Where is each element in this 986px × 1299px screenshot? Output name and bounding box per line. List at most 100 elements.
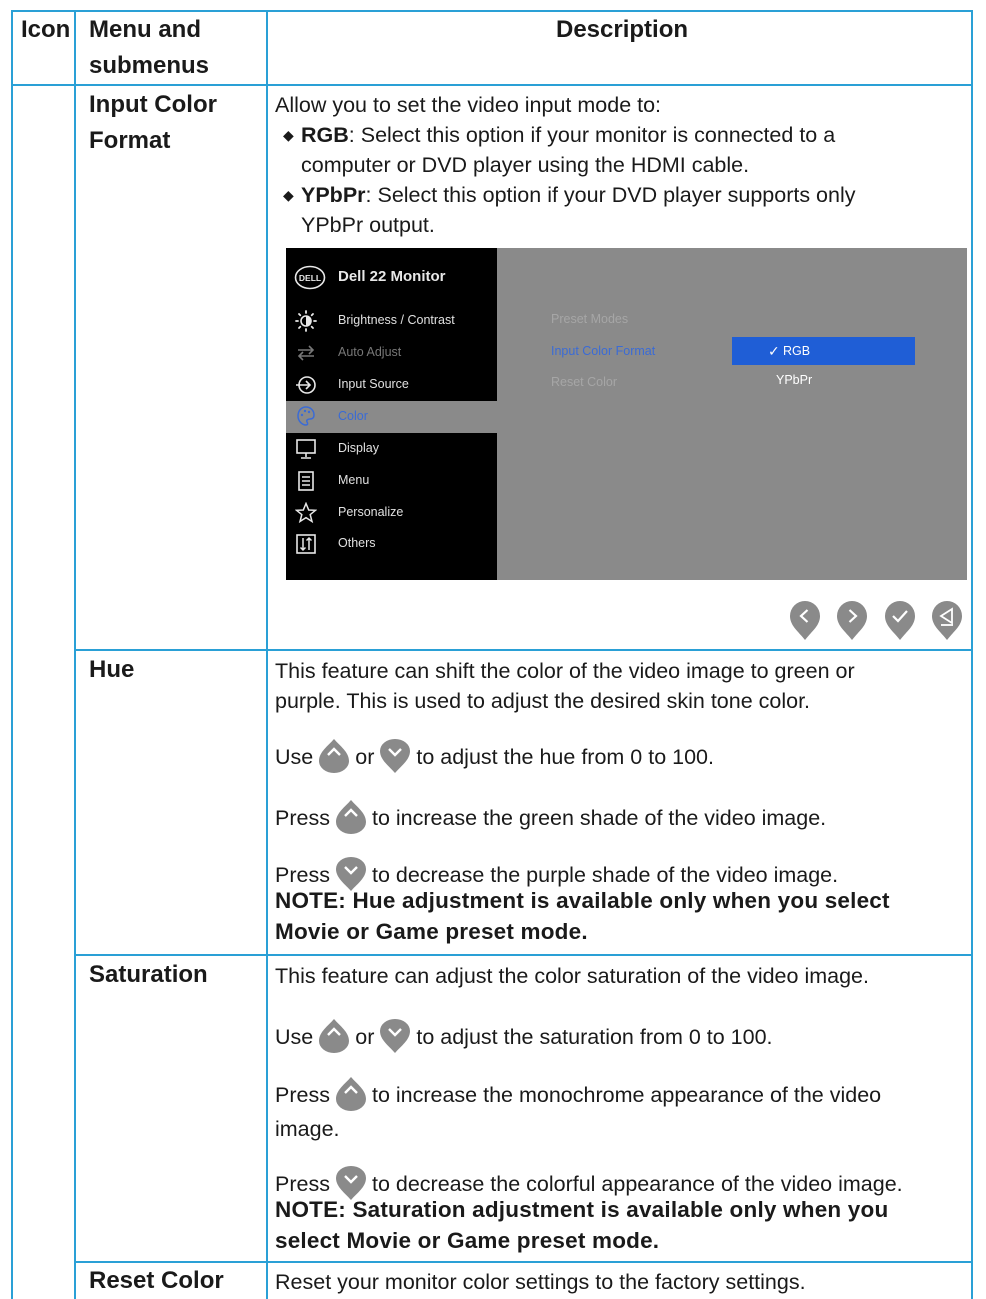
header-icon: Icon xyxy=(21,16,71,43)
osd-option-label: RGB xyxy=(783,344,811,358)
saturation-press-up-line: Press to increase the monochrome appearan… xyxy=(275,1074,882,1111)
hue-press-down-line: Press to decrease the purple shade of the… xyxy=(275,854,839,891)
hue-note-line1: NOTE: Hue adjustment is available only w… xyxy=(275,888,890,913)
others-icon xyxy=(296,534,316,554)
saturation-use-line: Use or to adjust the saturation from 0 to … xyxy=(275,1016,773,1053)
menu-input-color-format-line2: Format xyxy=(89,127,171,154)
rgb-text-cont: computer or DVD player using the HDMI ca… xyxy=(301,153,750,177)
use-text: Use xyxy=(275,745,314,769)
color-palette-icon xyxy=(297,406,315,426)
display-icon xyxy=(296,439,316,459)
osd-screenshot: DELL Dell 22 Monitor Brightness / Contra… xyxy=(286,248,967,580)
down-button-icon xyxy=(380,1019,411,1053)
header-divider xyxy=(11,84,973,86)
saturation-note-line2: select Movie or Game preset mode. xyxy=(275,1228,660,1253)
osd-menu-label: Others xyxy=(338,536,376,550)
saturation-description: This feature can adjust the color satura… xyxy=(275,961,965,1257)
osd-menu-auto-adjust[interactable]: Auto Adjust xyxy=(286,338,497,368)
press-text: Press xyxy=(275,863,330,887)
back-icon[interactable] xyxy=(930,598,964,642)
osd-menu-color[interactable]: Color xyxy=(286,401,497,433)
use-suffix-text: to adjust the saturation from 0 to 100. xyxy=(416,1025,773,1049)
auto-adjust-icon xyxy=(297,345,315,361)
osd-menu-label: Brightness / Contrast xyxy=(338,313,455,327)
input-color-format-description: Allow you to set the video input mode to… xyxy=(275,90,965,240)
reset-color-description: Reset your monitor color settings to the… xyxy=(275,1270,806,1294)
press-text: Press xyxy=(275,1083,330,1107)
press-up-text: to increase the monochrome appearance of… xyxy=(371,1083,882,1107)
ypbpr-term: YPbPr xyxy=(301,183,366,207)
feature-table: Icon Menu and submenus Description Input… xyxy=(11,10,973,1299)
saturation-press-down-line: Press to decrease the colorful appearance… xyxy=(275,1163,903,1200)
press-text: Press xyxy=(275,1172,330,1196)
saturation-note-line1: NOTE: Saturation adjustment is available… xyxy=(275,1197,889,1222)
osd-menu-personalize[interactable]: Personalize xyxy=(286,498,497,528)
column-divider-menu xyxy=(266,10,268,1299)
dell-logo-icon: DELL xyxy=(294,265,326,290)
ypbpr-text: : Select this option if your DVD player … xyxy=(365,183,856,207)
row-divider xyxy=(74,954,973,956)
up-button-icon xyxy=(335,800,366,834)
confirm-icon[interactable] xyxy=(883,598,917,642)
osd-menu-input-source[interactable]: Input Source xyxy=(286,370,497,400)
osd-menu-label: Color xyxy=(338,409,368,423)
menu-saturation: Saturation xyxy=(89,961,208,988)
previous-icon[interactable] xyxy=(788,598,822,642)
table-border-left xyxy=(11,10,13,1299)
down-button-icon xyxy=(380,739,411,773)
row-divider xyxy=(74,649,973,651)
press-down-text: to decrease the purple shade of the vide… xyxy=(371,863,839,887)
menu-input-color-format-line1: Input Color xyxy=(89,91,217,118)
menu-icon xyxy=(298,471,314,491)
osd-menu-brightness[interactable]: Brightness / Contrast xyxy=(286,306,497,336)
ypbpr-bullet: ◆ YPbPr: Select this option if your DVD p… xyxy=(275,180,856,210)
saturation-text-line1: This feature can adjust the color satura… xyxy=(275,964,869,988)
osd-menu-display[interactable]: Display xyxy=(286,434,497,464)
hue-note-line2: Movie or Game preset mode. xyxy=(275,919,588,944)
hue-text-line2: purple. This is used to adjust the desir… xyxy=(275,689,811,713)
up-button-icon xyxy=(319,739,350,773)
osd-sidebar: DELL Dell 22 Monitor Brightness / Contra… xyxy=(286,248,497,580)
press-text: Press xyxy=(275,806,330,830)
use-suffix-text: to adjust the hue from 0 to 100. xyxy=(416,745,714,769)
press-down-text: to decrease the colorful appearance of t… xyxy=(371,1172,903,1196)
osd-menu-others[interactable]: Others xyxy=(286,529,497,559)
or-text: or xyxy=(355,1025,375,1049)
header-menu-line1: Menu and xyxy=(89,16,201,43)
osd-menu-label: Auto Adjust xyxy=(338,345,402,359)
hue-press-up-line: Press to increase the green shade of the … xyxy=(275,797,827,834)
osd-menu-label: Input Source xyxy=(338,377,409,391)
osd-menu-menu[interactable]: Menu xyxy=(286,466,497,496)
osd-submenu-reset-color[interactable]: Reset Color xyxy=(551,375,617,389)
menu-reset-color: Reset Color xyxy=(89,1267,224,1294)
press-up-text: to increase the green shade of the video… xyxy=(371,806,827,830)
saturation-press-up-cont: image. xyxy=(275,1117,340,1141)
star-icon xyxy=(295,502,317,524)
menu-hue: Hue xyxy=(89,656,135,683)
column-divider-icon xyxy=(74,10,76,1299)
rgb-bullet: ◆ RGB: Select this option if your monitor… xyxy=(275,120,835,150)
osd-submenu-preset-modes[interactable]: Preset Modes xyxy=(551,312,628,326)
ypbpr-text-cont: YPbPr output. xyxy=(301,213,435,237)
rgb-text: : Select this option if your monitor is … xyxy=(348,123,836,147)
brightness-icon xyxy=(295,310,317,332)
osd-option-rgb[interactable]: ✓ RGB xyxy=(732,337,915,365)
bullet-icon: ◆ xyxy=(283,127,294,143)
up-button-icon xyxy=(335,1077,366,1111)
next-icon[interactable] xyxy=(835,598,869,642)
use-text: Use xyxy=(275,1025,314,1049)
intro-text: Allow you to set the video input mode to… xyxy=(275,93,662,117)
check-icon: ✓ xyxy=(768,343,780,359)
osd-option-ypbpr[interactable]: YPbPr xyxy=(732,366,915,394)
input-source-icon xyxy=(296,376,316,394)
up-button-icon xyxy=(319,1019,350,1053)
osd-submenu-input-color-format[interactable]: Input Color Format xyxy=(551,344,655,358)
osd-title: Dell 22 Monitor xyxy=(338,268,446,285)
or-text: or xyxy=(355,745,375,769)
hue-use-line: Use or to adjust the hue from 0 to 100. xyxy=(275,736,714,773)
hue-text-line1: This feature can shift the color of the … xyxy=(275,659,855,683)
svg-text:DELL: DELL xyxy=(299,273,321,283)
osd-option-label: YPbPr xyxy=(776,373,813,387)
osd-menu-label: Personalize xyxy=(338,505,404,519)
rgb-term: RGB xyxy=(301,123,349,147)
